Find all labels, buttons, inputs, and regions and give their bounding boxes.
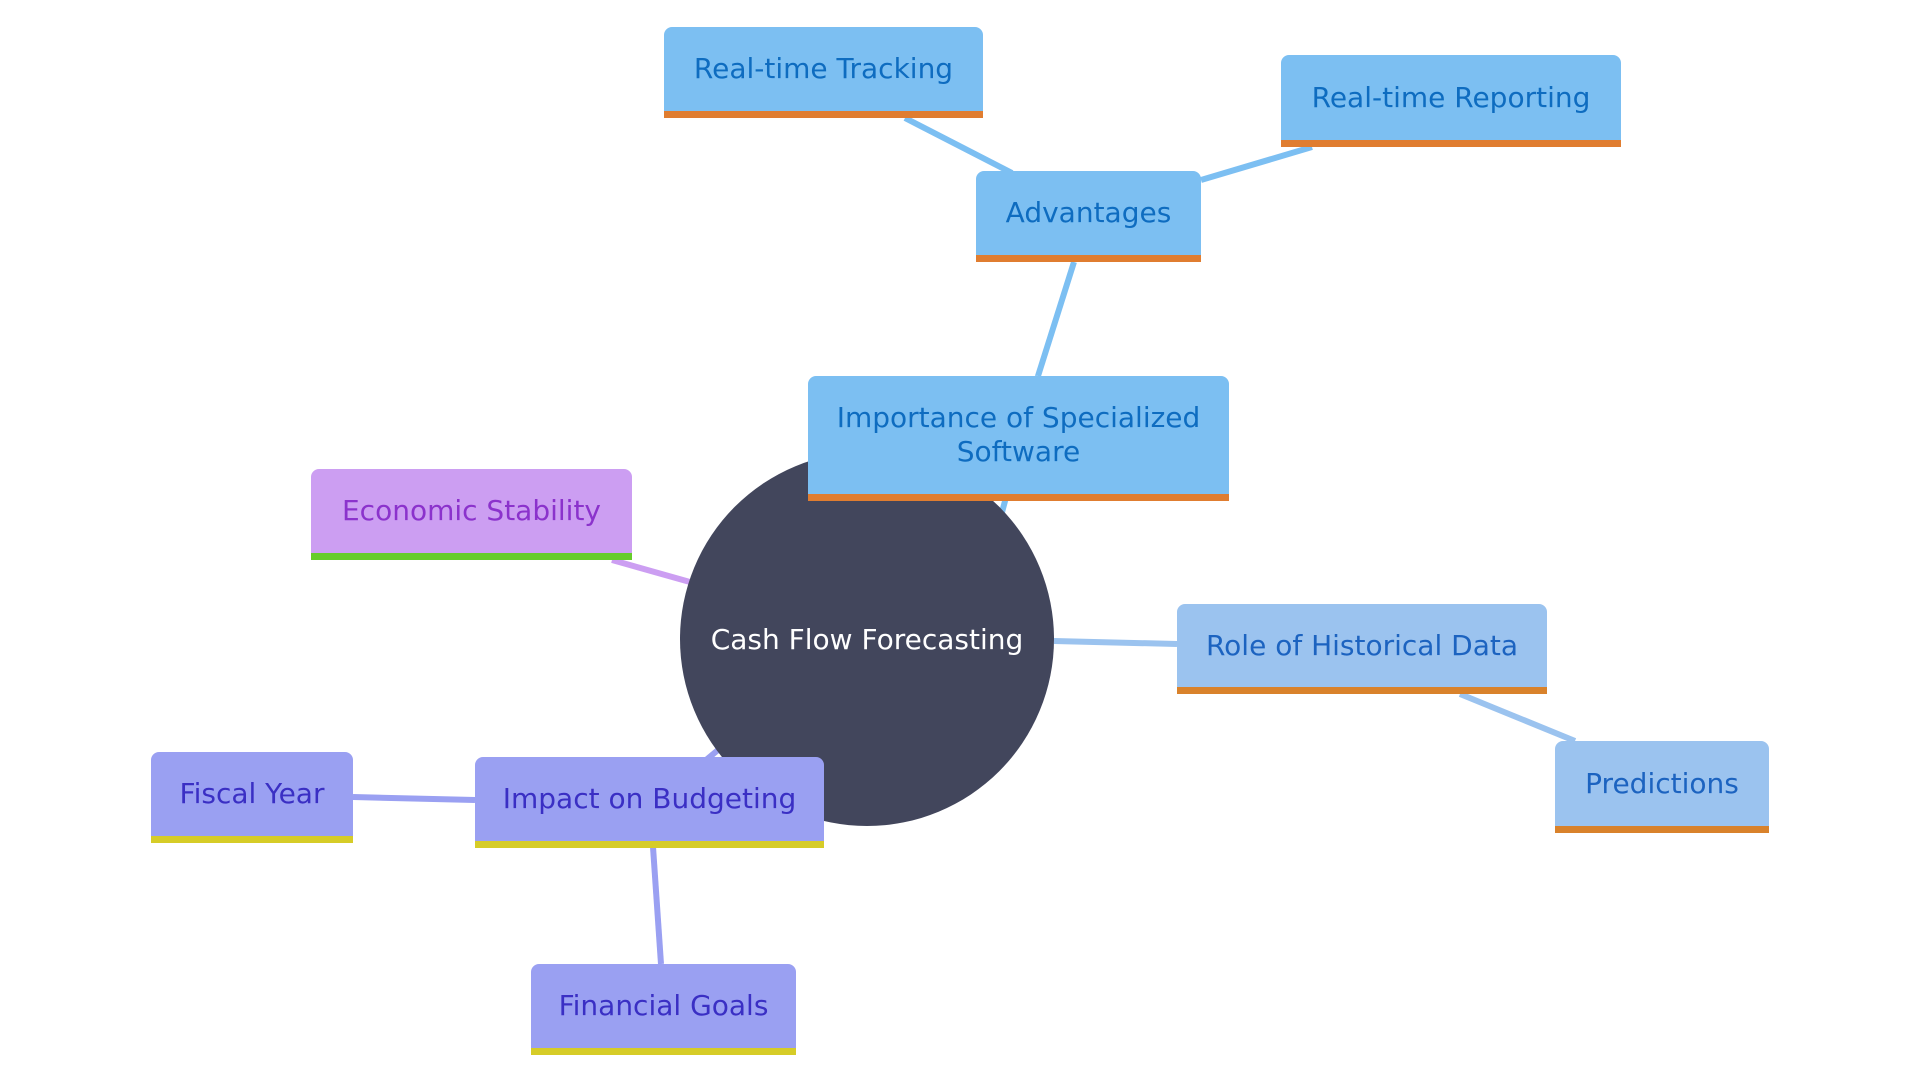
edge-advantages-reporting <box>1200 144 1313 183</box>
node-fiscal-year[interactable]: Fiscal Year <box>151 752 353 843</box>
node-real-time-tracking[interactable]: Real-time Tracking <box>664 27 983 118</box>
node-label: Predictions <box>1585 766 1739 800</box>
node-label: Real-time Tracking <box>693 52 954 85</box>
edge-root-economic <box>611 557 691 585</box>
node-label: Importance of Specialized Software <box>836 401 1201 468</box>
edge-advantages-tracking <box>903 115 1014 176</box>
edge-root-historical <box>1053 638 1178 647</box>
node-economic-stability[interactable]: Economic Stability <box>311 469 632 560</box>
node-financial-goals[interactable]: Financial Goals <box>531 964 796 1055</box>
node-importance-of-specialized-software[interactable]: Importance of Specialized Software <box>808 376 1229 501</box>
node-predictions[interactable]: Predictions <box>1555 741 1769 833</box>
node-label: Impact on Budgeting <box>502 782 797 815</box>
node-impact-on-budgeting[interactable]: Impact on Budgeting <box>475 757 824 848</box>
node-label: Fiscal Year <box>179 777 325 810</box>
node-real-time-reporting[interactable]: Real-time Reporting <box>1281 55 1621 147</box>
root-node-label: Cash Flow Forecasting <box>710 622 1024 656</box>
edge-budgeting-goals <box>650 846 664 965</box>
edge-budgeting-fiscal <box>352 794 476 803</box>
edge-historical-predictions <box>1458 691 1577 744</box>
node-label: Real-time Reporting <box>1311 80 1591 114</box>
node-label: Advantages <box>1005 196 1172 229</box>
node-role-of-historical-data[interactable]: Role of Historical Data <box>1177 604 1547 694</box>
node-advantages[interactable]: Advantages <box>976 171 1201 262</box>
node-label: Financial Goals <box>558 989 769 1022</box>
node-label: Role of Historical Data <box>1205 628 1519 662</box>
node-label: Economic Stability <box>341 494 601 527</box>
edge-importance-advantages <box>1035 261 1077 377</box>
